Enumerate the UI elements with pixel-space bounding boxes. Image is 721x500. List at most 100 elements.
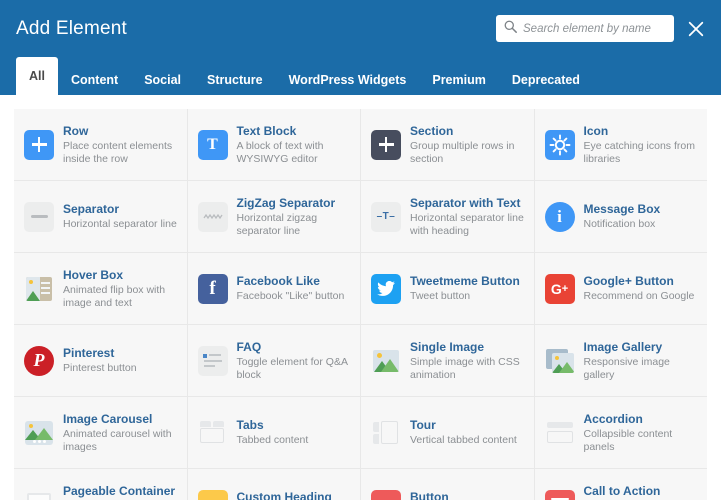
tab-structure[interactable]: Structure <box>194 64 276 95</box>
element-description: Responsive image gallery <box>583 355 670 381</box>
element-title: Button <box>410 490 449 500</box>
element-description: Horizontal separator line with heading <box>410 211 524 237</box>
element-card[interactable]: Tweetmeme Button Tweet button <box>361 253 534 324</box>
element-title: Facebook Like <box>236 274 320 288</box>
element-description: Eye catching icons from libraries <box>583 139 695 165</box>
element-card[interactable]: FAQ Toggle element for Q&A block <box>187 325 360 396</box>
tab-label: Social <box>144 72 182 87</box>
elements-area: Row Place content elements inside the row… <box>0 95 721 500</box>
element-description: Tweet button <box>410 290 471 302</box>
element-title: ZigZag Separator <box>236 195 336 210</box>
element-description: Simple image with CSS animation <box>410 355 520 381</box>
element-card[interactable]: Hover Box Animated flip box with image an… <box>14 253 187 324</box>
tab-label: All <box>29 69 45 83</box>
element-card[interactable]: Row Place content elements inside the row <box>14 109 187 180</box>
element-card[interactable]: Section Group multiple rows in section <box>361 109 534 180</box>
hover-box-icon <box>24 274 54 304</box>
element-card-text: Tabs Tabbed content <box>237 418 309 447</box>
element-title: Google+ Button <box>583 274 674 288</box>
tab-deprecated[interactable]: Deprecated <box>499 64 593 95</box>
element-card[interactable]: Image Gallery Responsive image gallery <box>534 325 707 396</box>
element-title: Separator <box>63 202 120 216</box>
tab-label: Deprecated <box>511 72 580 87</box>
element-card[interactable]: P Pinterest Pinterest button <box>14 325 187 396</box>
element-card[interactable]: Accordion Collapsible content panels <box>534 397 707 468</box>
element-card[interactable]: GO ButtonEye catching button <box>361 469 534 500</box>
element-card[interactable]: Tour Vertical tabbed content <box>361 397 534 468</box>
element-card[interactable]: Icon Eye catching icons from libraries <box>534 109 707 180</box>
element-card-text: Separator with Text Horizontal separator … <box>410 196 526 238</box>
element-card-text: FAQ Toggle element for Q&A block <box>237 340 353 382</box>
element-title: Tour <box>410 418 436 432</box>
element-title: Pinterest <box>63 346 115 360</box>
element-card-text: Hover Box Animated flip box with image an… <box>63 268 179 310</box>
element-card[interactable]: –T– Separator with Text Horizontal separat… <box>361 181 534 252</box>
element-card[interactable]: Single Image Simple image with CSS animat… <box>361 325 534 396</box>
modal-header: Add Element All Content Social Structure Wor… <box>0 0 721 95</box>
picture-icon <box>371 346 401 376</box>
element-card[interactable]: Image Carousel Animated carousel with ima… <box>14 397 187 468</box>
element-card-text: Message Box Notification box <box>584 202 661 231</box>
letter-t-blue-icon: T <box>197 129 228 160</box>
element-card[interactable]: Tabs Tabbed content <box>187 397 360 468</box>
element-card-text: Section Group multiple rows in section <box>410 124 526 166</box>
element-title: Text Block <box>236 123 297 138</box>
cta-lines-icon <box>544 489 575 500</box>
element-card[interactable]: ZigZag Separator Horizontal zigzag separa… <box>187 181 360 252</box>
accordion-icon <box>545 418 575 448</box>
search-input[interactable] <box>517 15 679 42</box>
element-card-text: ButtonEye catching button <box>410 490 502 500</box>
element-card[interactable]: a Custom HeadingText with Google fonts <box>187 469 360 500</box>
element-card-text: Tour Vertical tabbed content <box>410 418 517 447</box>
plus-square-dark-icon <box>371 129 401 160</box>
element-description: Toggle element for Q&A block <box>236 355 348 381</box>
element-title: Image Carousel <box>63 411 153 426</box>
element-title: Separator with Text <box>410 195 521 210</box>
tab-social[interactable]: Social <box>131 64 194 95</box>
tab-all[interactable]: All <box>16 57 58 95</box>
element-card-text: Facebook Like Facebook "Like" button <box>237 274 345 303</box>
element-description: Group multiple rows in section <box>410 139 515 165</box>
element-title: Row <box>63 123 89 138</box>
letter-a-yellow-icon: a <box>197 489 228 500</box>
element-card[interactable]: Separator Horizontal separator line <box>14 181 187 252</box>
element-card[interactable]: Pageable ContainerPageable content conta… <box>14 469 187 500</box>
tab-label: Content <box>70 72 119 87</box>
faq-list-icon <box>197 345 228 376</box>
element-title: Accordion <box>583 411 643 426</box>
tab-premium[interactable]: Premium <box>419 64 499 95</box>
element-card-text: Image Gallery Responsive image gallery <box>584 340 700 382</box>
tab-content[interactable]: Content <box>58 64 131 95</box>
element-card[interactable]: T Text Block A block of text with WYSIWYG … <box>187 109 360 180</box>
header-actions <box>496 15 707 42</box>
element-title: Tweetmeme Button <box>410 274 520 288</box>
tab-label: Structure <box>207 72 263 87</box>
sun-blue-icon <box>544 129 575 160</box>
element-card-text: Image Carousel Animated carousel with ima… <box>63 412 179 454</box>
search-box[interactable] <box>496 15 679 42</box>
element-card-text: Pageable ContainerPageable content conta… <box>63 484 179 500</box>
element-card[interactable]: Call to ActionCatch visitors attention w… <box>534 469 707 500</box>
element-card[interactable]: G + Google+ Button Recommend on Google <box>534 253 707 324</box>
element-card[interactable]: i Message Box Notification box <box>534 181 707 252</box>
element-card-text: Row Place content elements inside the row <box>63 124 179 166</box>
tab-wordpress-widgets[interactable]: WordPress Widgets <box>276 64 420 95</box>
element-card-text: ZigZag Separator Horizontal zigzag separa… <box>237 196 353 238</box>
search-icon <box>504 20 517 38</box>
element-card-text: Pinterest Pinterest button <box>63 346 137 375</box>
facebook-icon: f <box>197 273 228 304</box>
element-title: Call to Action <box>583 483 661 498</box>
element-description: Animated flip box with image and text <box>63 283 166 309</box>
separator-with-text-icon: –T– <box>371 201 401 232</box>
element-description: Notification box <box>583 218 656 230</box>
element-title: Hover Box <box>63 267 124 282</box>
element-title: FAQ <box>236 339 262 354</box>
google-plus-icon: G + <box>544 273 575 304</box>
element-card[interactable]: f Facebook Like Facebook "Like" button <box>187 253 360 324</box>
close-icon[interactable] <box>685 18 707 40</box>
image-gallery-icon <box>545 346 575 376</box>
tab-label: WordPress Widgets <box>288 72 407 87</box>
pageable-container-icon <box>24 490 54 500</box>
element-description: Pinterest button <box>63 362 137 374</box>
element-title: Section <box>410 123 454 138</box>
